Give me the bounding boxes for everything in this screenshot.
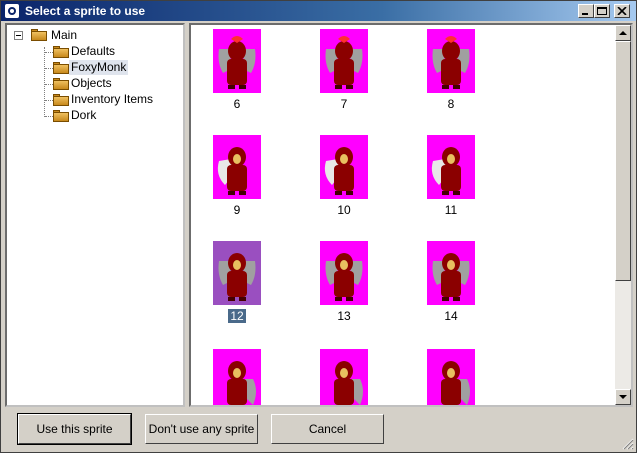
sprite-number: 8 bbox=[427, 97, 475, 111]
sprite-number-label: 13 bbox=[337, 309, 351, 323]
dont-use-any-sprite-button[interactable]: Don't use any sprite bbox=[145, 414, 258, 444]
app-icon bbox=[5, 4, 19, 18]
sprite-thumbnail[interactable] bbox=[213, 349, 261, 405]
scroll-up-button[interactable] bbox=[615, 25, 631, 41]
tree-connector bbox=[44, 47, 45, 117]
maximize-button[interactable] bbox=[594, 4, 610, 18]
sprite-number-label: 7 bbox=[340, 97, 348, 111]
sprite-number: 11 bbox=[427, 203, 475, 217]
sprite-thumbnail[interactable] bbox=[427, 29, 475, 93]
sprite-number: 13 bbox=[320, 309, 368, 323]
sprite-thumbnail[interactable] bbox=[427, 135, 475, 199]
sprite-selector-window: Select a sprite to use Main Defaults Foxy… bbox=[0, 0, 637, 453]
folder-icon bbox=[53, 110, 69, 122]
close-button[interactable] bbox=[614, 4, 630, 18]
sprite-thumbnail[interactable] bbox=[213, 241, 261, 305]
folder-icon bbox=[53, 46, 69, 58]
sprite-grid[interactable]: 6 7 8 9 10 11 12 13 14 bbox=[189, 23, 633, 407]
minimize-button[interactable] bbox=[578, 4, 594, 18]
tree-item[interactable]: Objects bbox=[69, 76, 114, 91]
tree-item[interactable]: FoxyMonk bbox=[69, 60, 129, 75]
sprite-number: 9 bbox=[213, 203, 261, 217]
cancel-button[interactable]: Cancel bbox=[271, 414, 384, 444]
sprite-number: 6 bbox=[213, 97, 261, 111]
sprite-thumbnail[interactable] bbox=[213, 29, 261, 93]
collapse-toggle-main[interactable] bbox=[14, 31, 23, 40]
sprite-number: 14 bbox=[427, 309, 475, 323]
folder-icon bbox=[53, 78, 69, 90]
sprite-number: 10 bbox=[320, 203, 368, 217]
tree-item[interactable]: Defaults bbox=[69, 44, 117, 59]
sprite-number-label: 12 bbox=[228, 309, 246, 323]
resize-grip-icon[interactable] bbox=[622, 438, 634, 450]
sprite-number-label: 14 bbox=[444, 309, 458, 323]
sprite-number: 7 bbox=[320, 97, 368, 111]
title-bar[interactable]: Select a sprite to use bbox=[1, 1, 636, 21]
folder-tree[interactable]: Main Defaults FoxyMonk Objects Inventory It… bbox=[5, 23, 185, 407]
sprite-thumbnail[interactable] bbox=[320, 29, 368, 93]
sprite-number-label: 11 bbox=[444, 203, 458, 217]
open-folder-icon bbox=[53, 62, 69, 74]
sprite-thumbnail[interactable] bbox=[320, 241, 368, 305]
sprite-thumbnail[interactable] bbox=[213, 135, 261, 199]
scroll-down-arrow-icon bbox=[619, 395, 627, 399]
maximize-icon bbox=[597, 7, 607, 15]
vertical-scrollbar[interactable] bbox=[615, 25, 631, 405]
use-this-sprite-button[interactable]: Use this sprite bbox=[17, 413, 132, 445]
close-icon bbox=[617, 7, 627, 15]
minimize-icon bbox=[582, 13, 588, 15]
scroll-thumb[interactable] bbox=[615, 41, 631, 281]
tree-item[interactable]: Dork bbox=[69, 108, 98, 123]
window-title: Select a sprite to use bbox=[25, 4, 146, 18]
folder-icon bbox=[31, 29, 47, 41]
tree-item[interactable]: Inventory Items bbox=[69, 92, 155, 107]
folder-icon bbox=[53, 94, 69, 106]
sprite-thumbnail[interactable] bbox=[320, 349, 368, 405]
sprite-thumbnail[interactable] bbox=[320, 135, 368, 199]
sprite-number-label: 10 bbox=[337, 203, 351, 217]
scroll-up-arrow-icon bbox=[619, 31, 627, 35]
scroll-down-button[interactable] bbox=[615, 389, 631, 405]
sprite-number-label: 9 bbox=[233, 203, 241, 217]
sprite-thumbnail[interactable] bbox=[427, 349, 475, 405]
sprite-number-label: 6 bbox=[233, 97, 241, 111]
sprite-thumbnail[interactable] bbox=[427, 241, 475, 305]
tree-root-main[interactable]: Main bbox=[49, 28, 79, 43]
sprite-number-label: 8 bbox=[447, 97, 455, 111]
sprite-number: 12 bbox=[213, 309, 261, 323]
